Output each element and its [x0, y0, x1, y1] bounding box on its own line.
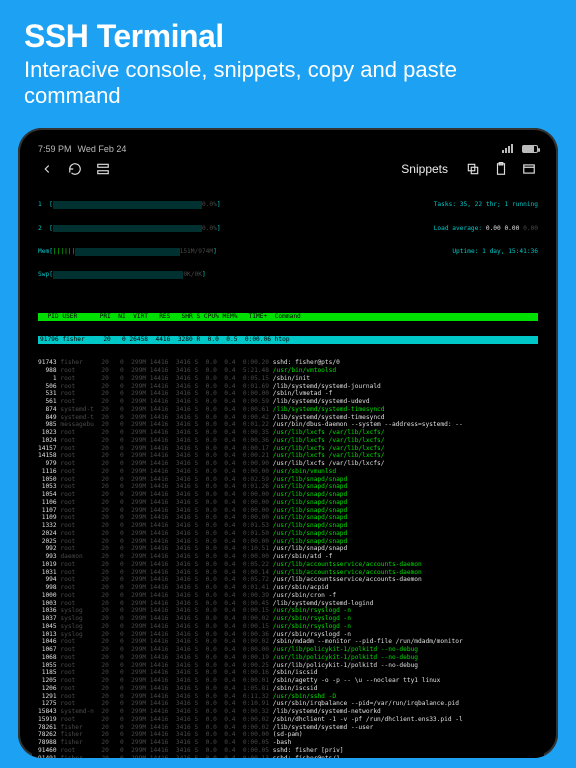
- table-row[interactable]: 2025 root 20 0 299M 14416 3416 S 0.0 0.4…: [38, 538, 538, 546]
- promo-title: SSH Terminal: [24, 18, 552, 55]
- table-row[interactable]: 1291 root 20 0 299M 14416 3416 S 0.0 0.4…: [38, 693, 538, 701]
- tasks-line: Tasks: 35, 22 thr; 1 running: [434, 201, 538, 209]
- table-row[interactable]: 1053 root 20 0 299M 14416 3416 S 0.0 0.4…: [38, 483, 538, 491]
- table-row[interactable]: 1205 root 20 0 299M 14416 3416 S 0.0 0.4…: [38, 677, 538, 685]
- table-row[interactable]: 1037 syslog 20 0 299M 14416 3416 S 0.0 0…: [38, 615, 538, 623]
- table-row[interactable]: 1031 root 20 0 299M 14416 3416 S 0.0 0.4…: [38, 569, 538, 577]
- copy-icon[interactable]: [466, 162, 480, 176]
- table-row[interactable]: 91743 fisher 20 0 299M 14416 3416 S 0.0 …: [38, 359, 538, 367]
- table-row[interactable]: 15919 root 20 0 299M 14416 3416 S 0.0 0.…: [38, 716, 538, 724]
- table-row[interactable]: 1024 root 20 0 299M 14416 3416 S 0.0 0.4…: [38, 437, 538, 445]
- table-row[interactable]: 1019 root 20 0 299M 14416 3416 S 0.0 0.4…: [38, 561, 538, 569]
- paste-icon[interactable]: [494, 162, 508, 176]
- table-row[interactable]: 998 root 20 0 299M 14416 3416 S 0.0 0.4 …: [38, 584, 538, 592]
- table-row[interactable]: 1206 root 20 0 299M 14416 3416 S 0.0 0.4…: [38, 685, 538, 693]
- table-row[interactable]: 1023 root 20 0 299M 14416 3416 S 0.0 0.4…: [38, 429, 538, 437]
- table-row[interactable]: 14158 root 20 0 299M 14416 3416 S 0.0 0.…: [38, 452, 538, 460]
- cpu2-label: 2: [38, 225, 42, 232]
- tablet-frame: 7:59 PM Wed Feb 24 Snippets 1 [: [18, 128, 558, 758]
- table-row[interactable]: 985 messagebu 20 0 299M 14416 3416 S 0.0…: [38, 421, 538, 429]
- table-row[interactable]: 78261 fisher 20 0 299M 14416 3416 S 0.0 …: [38, 724, 538, 732]
- table-row[interactable]: 1332 root 20 0 299M 14416 3416 S 0.0 0.4…: [38, 522, 538, 530]
- swp-val: 0K/0K: [183, 271, 202, 278]
- mem-label: Mem: [38, 248, 49, 255]
- table-row[interactable]: 78988 fisher 20 0 299M 14416 3416 S 0.0 …: [38, 739, 538, 747]
- column-header: PID USER PRI NI VIRT RES SHR S CPU% MEM%…: [38, 313, 538, 321]
- wifi-icon: [502, 144, 516, 153]
- table-row[interactable]: 91491 fisher 20 0 299M 14416 3416 S 0.0 …: [38, 755, 538, 758]
- status-bar: 7:59 PM Wed Feb 24: [32, 142, 544, 156]
- table-row[interactable]: 1013 syslog 20 0 299M 14416 3416 S 0.0 0…: [38, 631, 538, 639]
- table-row[interactable]: 1000 root 20 0 299M 14416 3416 S 0.0 0.4…: [38, 592, 538, 600]
- table-row[interactable]: 14157 root 20 0 299M 14416 3416 S 0.0 0.…: [38, 445, 538, 453]
- table-row[interactable]: 15843 systemd-n 20 0 299M 14416 3416 S 0…: [38, 708, 538, 716]
- table-row[interactable]: 1045 syslog 20 0 299M 14416 3416 S 0.0 0…: [38, 623, 538, 631]
- status-date: Wed Feb 24: [78, 144, 127, 154]
- table-row[interactable]: 1275 root 20 0 299M 14416 3416 S 0.0 0.4…: [38, 700, 538, 708]
- status-time: 7:59 PM: [38, 144, 72, 154]
- uptime-line: Uptime: 1 day, 15:41:36: [452, 248, 538, 256]
- table-row[interactable]: 1046 root 20 0 299M 14416 3416 S 0.0 0.4…: [38, 638, 538, 646]
- terminal-output[interactable]: 1 [ 0.0%] Tasks: 35, 22 thr; 1 running 2…: [32, 182, 544, 758]
- cpu1-pct: 0.0%: [202, 201, 217, 208]
- table-row[interactable]: 561 root 20 0 299M 14416 3416 S 0.0 0.4 …: [38, 398, 538, 406]
- swp-label: Swp: [38, 271, 49, 278]
- reload-icon[interactable]: [68, 162, 82, 176]
- table-row[interactable]: 1 root 20 0 299M 14416 3416 S 0.0 0.4 0:…: [38, 375, 538, 383]
- table-row[interactable]: 1055 root 20 0 299M 14416 3416 S 0.0 0.4…: [38, 662, 538, 670]
- table-row[interactable]: 1107 root 20 0 299M 14416 3416 S 0.0 0.4…: [38, 507, 538, 515]
- table-row[interactable]: 979 root 20 0 299M 14416 3416 S 0.0 0.4 …: [38, 460, 538, 468]
- cpu2-pct: 0.0%: [202, 225, 217, 232]
- window-icon[interactable]: [522, 162, 536, 176]
- table-row[interactable]: 1050 root 20 0 299M 14416 3416 S 0.0 0.4…: [38, 476, 538, 484]
- table-row[interactable]: 91460 root 20 0 299M 14416 3416 S 0.0 0.…: [38, 747, 538, 755]
- promo-subtitle: Interacive console, snippets, copy and p…: [24, 57, 552, 110]
- snippets-button[interactable]: Snippets: [401, 162, 448, 176]
- table-row[interactable]: 1003 root 20 0 299M 14416 3416 S 0.0 0.4…: [38, 600, 538, 608]
- app-toolbar: Snippets: [32, 156, 544, 182]
- table-row[interactable]: 988 root 20 0 299M 14416 3416 S 0.0 0.4 …: [38, 367, 538, 375]
- table-row[interactable]: 1185 root 20 0 299M 14416 3416 S 0.0 0.4…: [38, 669, 538, 677]
- process-list[interactable]: 91743 fisher 20 0 299M 14416 3416 S 0.0 …: [38, 359, 538, 758]
- table-row[interactable]: 2024 root 20 0 299M 14416 3416 S 0.0 0.4…: [38, 530, 538, 538]
- cpu1-label: 1: [38, 201, 42, 208]
- table-row[interactable]: 506 root 20 0 299M 14416 3416 S 0.0 0.4 …: [38, 383, 538, 391]
- hosts-icon[interactable]: [96, 162, 110, 176]
- table-row[interactable]: 994 root 20 0 299M 14416 3416 S 0.0 0.4 …: [38, 576, 538, 584]
- back-icon[interactable]: [40, 162, 54, 176]
- table-row[interactable]: 1106 root 20 0 299M 14416 3416 S 0.0 0.4…: [38, 499, 538, 507]
- table-row[interactable]: 1116 root 20 0 299M 14416 3416 S 0.0 0.4…: [38, 468, 538, 476]
- table-row[interactable]: 1054 root 20 0 299M 14416 3416 S 0.0 0.4…: [38, 491, 538, 499]
- table-row[interactable]: 849 systemd-t 20 0 299M 14416 3416 S 0.0…: [38, 414, 538, 422]
- table-row[interactable]: 993 daemon 20 0 299M 14416 3416 S 0.0 0.…: [38, 553, 538, 561]
- table-row[interactable]: 78262 fisher 20 0 299M 14416 3416 S 0.0 …: [38, 731, 538, 739]
- table-row[interactable]: 1109 root 20 0 299M 14416 3416 S 0.0 0.4…: [38, 514, 538, 522]
- table-row[interactable]: 1068 root 20 0 299M 14416 3416 S 0.0 0.4…: [38, 654, 538, 662]
- table-row[interactable]: 531 root 20 0 299M 14416 3416 S 0.0 0.4 …: [38, 390, 538, 398]
- table-row[interactable]: 992 root 20 0 299M 14416 3416 S 0.0 0.4 …: [38, 545, 538, 553]
- mem-val: 151M/974M: [180, 248, 214, 255]
- table-row[interactable]: 874 systemd-t 20 0 299M 14416 3416 S 0.0…: [38, 406, 538, 414]
- table-row[interactable]: 1036 syslog 20 0 299M 14416 3416 S 0.0 0…: [38, 607, 538, 615]
- table-row[interactable]: 1067 root 20 0 299M 14416 3416 S 0.0 0.4…: [38, 646, 538, 654]
- selected-row[interactable]: 91796 fisher 20 0 26458 4416 3280 R 0.0 …: [38, 336, 538, 344]
- battery-icon: [522, 145, 538, 153]
